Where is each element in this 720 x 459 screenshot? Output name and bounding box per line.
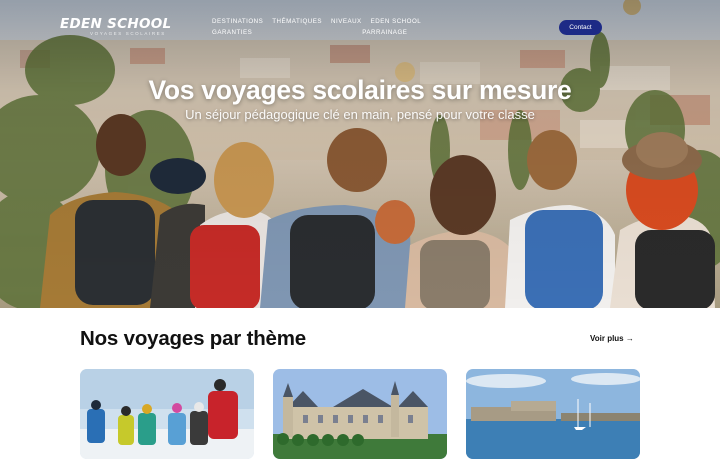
- theme-card-chateau[interactable]: [273, 369, 447, 459]
- theme-card-ski[interactable]: [80, 369, 254, 459]
- main-menu: DESTINATIONS THÉMATIQUES NIVEAUX EDEN SC…: [212, 18, 462, 36]
- logo-tagline: VOYAGES SCOLAIRES: [90, 31, 166, 36]
- hero-banner: EDEN SCHOOL VOYAGES SCOLAIRES DESTINATIO…: [0, 0, 720, 308]
- nav-eden-school[interactable]: EDEN SCHOOL: [371, 18, 422, 25]
- chateau-photo: [273, 369, 447, 459]
- top-navigation: EDEN SCHOOL VOYAGES SCOLAIRES DESTINATIO…: [0, 0, 720, 48]
- ski-photo: [80, 369, 254, 459]
- see-more-link[interactable]: Voir plus →: [590, 334, 634, 343]
- nav-niveaux[interactable]: NIVEAUX: [331, 18, 362, 25]
- themes-section-title: Nos voyages par thème: [80, 327, 306, 350]
- harbour-photo: [466, 369, 640, 459]
- hero-subtitle: Un séjour pédagogique clé en main, pensé…: [185, 107, 535, 122]
- hero-title: Vos voyages scolaires sur mesure: [148, 75, 572, 105]
- contact-button[interactable]: Contact: [559, 20, 602, 35]
- nav-garanties[interactable]: GARANTIES: [212, 29, 252, 36]
- nav-thematiques[interactable]: THÉMATIQUES: [272, 18, 322, 25]
- eden-school-logo[interactable]: EDEN SCHOOL: [60, 16, 171, 32]
- nav-destinations[interactable]: DESTINATIONS: [212, 18, 263, 25]
- theme-card-mer[interactable]: [466, 369, 640, 459]
- nav-parrainage[interactable]: PARRAINAGE: [362, 29, 407, 36]
